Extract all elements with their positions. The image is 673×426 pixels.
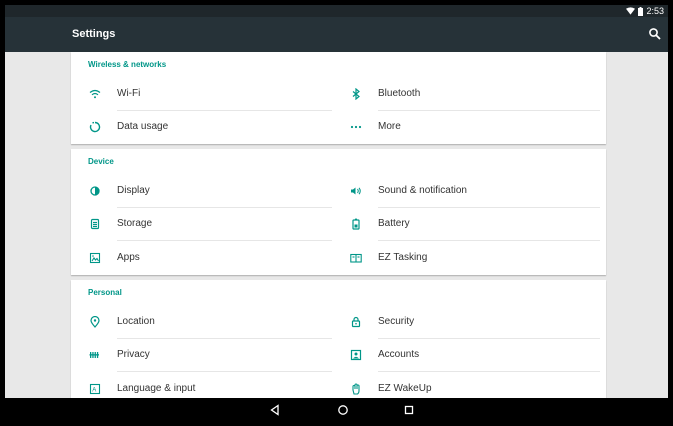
battery-icon bbox=[638, 6, 644, 16]
setting-wifi[interactable]: Wi-Fi bbox=[71, 77, 338, 111]
more-icon bbox=[349, 120, 362, 133]
hand-icon bbox=[349, 382, 362, 395]
storage-icon bbox=[88, 217, 101, 230]
setting-label: Bluetooth bbox=[378, 88, 421, 99]
status-bar: 2:53 bbox=[5, 5, 668, 17]
setting-label: Apps bbox=[117, 252, 140, 263]
setting-ez-wakeup[interactable]: EZ WakeUp bbox=[332, 372, 606, 398]
recents-icon[interactable] bbox=[401, 402, 417, 418]
setting-label: Storage bbox=[117, 218, 153, 229]
privacy-icon bbox=[88, 348, 101, 361]
data-usage-icon bbox=[88, 120, 101, 133]
page-title: Settings bbox=[72, 28, 116, 40]
setting-battery[interactable]: Battery bbox=[332, 207, 606, 241]
setting-bluetooth[interactable]: Bluetooth bbox=[332, 77, 606, 111]
setting-label: Sound & notification bbox=[378, 185, 467, 196]
setting-apps[interactable]: Apps bbox=[71, 241, 338, 275]
ez-tasking-icon bbox=[349, 251, 362, 264]
accounts-icon bbox=[349, 348, 362, 361]
sound-icon bbox=[349, 184, 362, 197]
apps-icon bbox=[88, 251, 101, 264]
setting-data-usage[interactable]: Data usage bbox=[71, 110, 338, 144]
section-device: Device Display Sound & notification Stor… bbox=[71, 149, 606, 275]
home-icon[interactable] bbox=[335, 402, 351, 418]
display-icon bbox=[88, 184, 101, 197]
setting-label: Battery bbox=[378, 218, 410, 229]
status-icons: 2:53 bbox=[626, 5, 664, 17]
svg-text:A: A bbox=[92, 387, 96, 393]
bluetooth-icon bbox=[349, 87, 362, 100]
setting-label: More bbox=[378, 121, 401, 132]
android-screen: 2:53 Settings Wireless & networks Wi-Fi bbox=[5, 5, 668, 421]
setting-label: Data usage bbox=[117, 121, 169, 132]
section-header: Personal bbox=[88, 288, 122, 297]
search-icon[interactable] bbox=[648, 27, 662, 41]
setting-more[interactable]: More bbox=[332, 110, 606, 144]
section-header: Wireless & networks bbox=[88, 60, 167, 69]
status-time: 2:53 bbox=[646, 6, 664, 16]
setting-security[interactable]: Security bbox=[332, 305, 606, 339]
section-personal: Personal Location Security Privacy Accou… bbox=[71, 280, 606, 398]
setting-label: Location bbox=[117, 316, 155, 327]
wifi-icon bbox=[626, 7, 636, 15]
setting-display[interactable]: Display bbox=[71, 174, 338, 208]
setting-label: Accounts bbox=[378, 349, 420, 360]
setting-sound-notification[interactable]: Sound & notification bbox=[332, 174, 606, 208]
setting-label: Security bbox=[378, 316, 415, 327]
back-icon[interactable] bbox=[267, 402, 283, 418]
setting-label: EZ Tasking bbox=[378, 252, 428, 263]
setting-label: Language & input bbox=[117, 383, 196, 394]
setting-privacy[interactable]: Privacy bbox=[71, 338, 338, 372]
setting-storage[interactable]: Storage bbox=[71, 207, 338, 241]
setting-label: Display bbox=[117, 185, 150, 196]
setting-language-input[interactable]: A Language & input bbox=[71, 372, 338, 398]
section-header: Device bbox=[88, 157, 114, 166]
setting-label: Privacy bbox=[117, 349, 150, 360]
wifi-icon bbox=[88, 87, 101, 100]
setting-location[interactable]: Location bbox=[71, 305, 338, 339]
location-icon bbox=[88, 315, 101, 328]
app-bar: Settings bbox=[5, 17, 668, 52]
lock-icon bbox=[349, 315, 362, 328]
setting-label: EZ WakeUp bbox=[378, 383, 432, 394]
navigation-bar bbox=[5, 398, 668, 421]
battery-icon bbox=[349, 217, 362, 230]
section-wireless-networks: Wireless & networks Wi-Fi Bluetooth Data… bbox=[71, 52, 606, 144]
setting-accounts[interactable]: Accounts bbox=[332, 338, 606, 372]
setting-ez-tasking[interactable]: EZ Tasking bbox=[332, 241, 606, 275]
setting-label: Wi-Fi bbox=[117, 88, 141, 99]
keyboard-icon: A bbox=[88, 382, 101, 395]
settings-list: Wireless & networks Wi-Fi Bluetooth Data… bbox=[5, 52, 668, 398]
